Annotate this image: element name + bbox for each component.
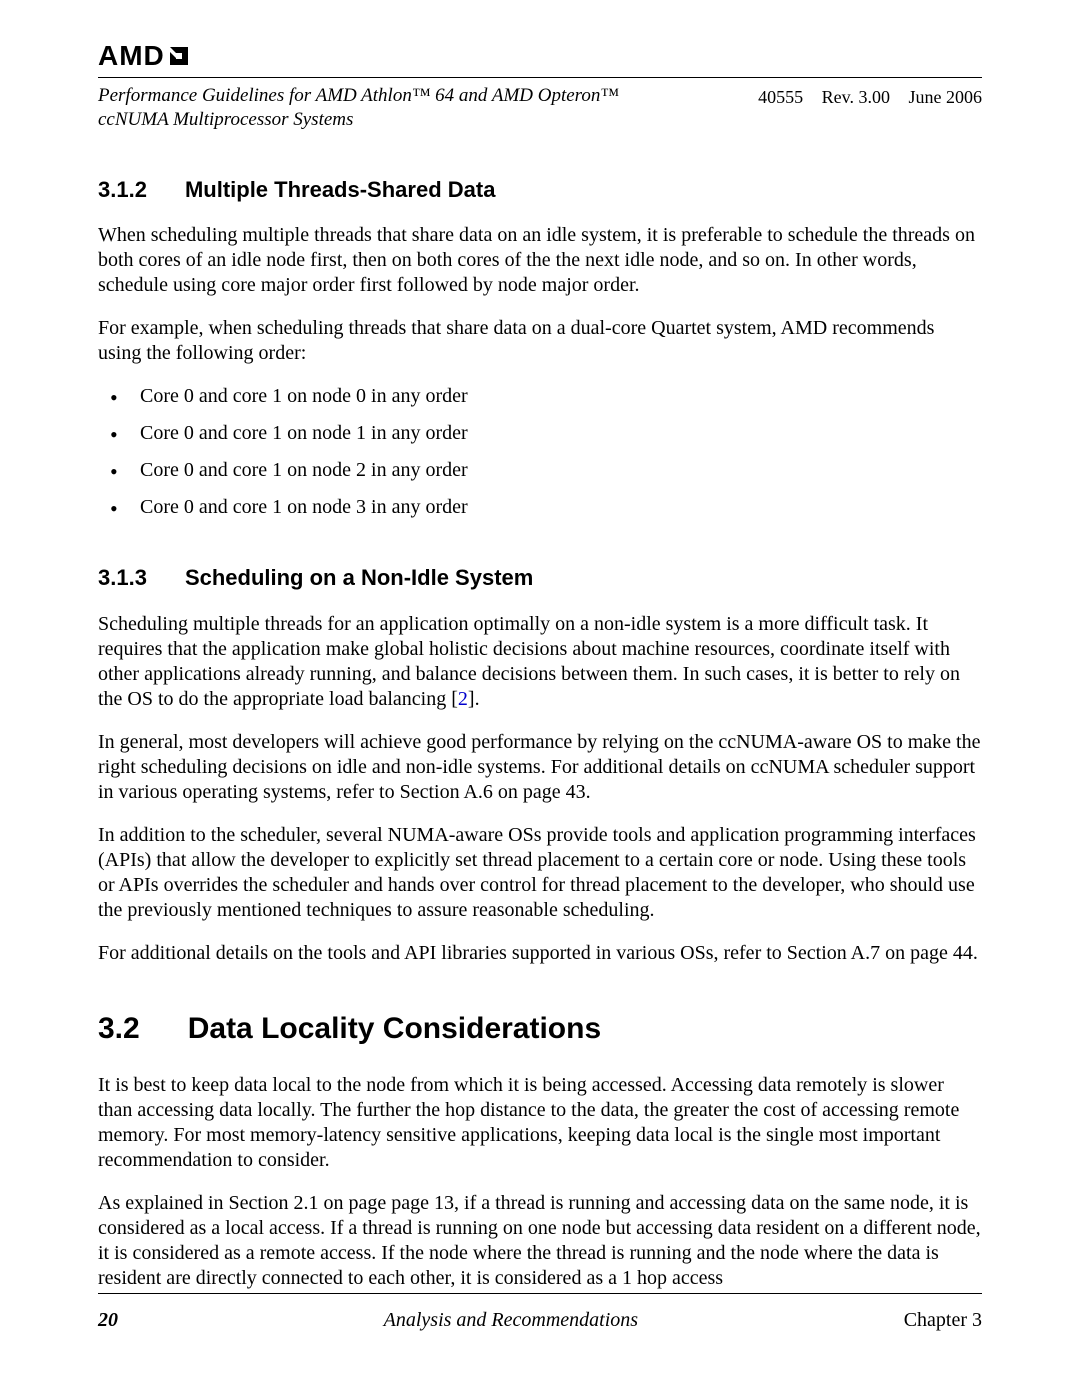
doc-date: June 2006 [909,87,983,107]
heading-num: 3.1.2 [98,176,147,204]
amd-logo-text: AMD [98,38,165,73]
page-footer: 20 Analysis and Recommendations Chapter … [98,1293,982,1333]
heading-3-1-3: 3.1.3 Scheduling on a Non-Idle System [98,564,982,592]
bullet-list: Core 0 and core 1 on node 0 in any order… [98,384,982,520]
footer-chapter: Chapter 3 [904,1308,982,1333]
citation-link[interactable]: 2 [458,688,468,710]
body-text: In addition to the scheduler, several NU… [98,823,982,923]
heading-3-2: 3.2 Data Locality Considerations [98,1010,982,1048]
body-text: For example, when scheduling threads tha… [98,316,982,366]
heading-title: Scheduling on a Non-Idle System [185,564,533,592]
list-item: Core 0 and core 1 on node 1 in any order [110,421,982,446]
list-item: Core 0 and core 1 on node 3 in any order [110,495,982,520]
header-rule [98,77,982,78]
heading-3-1-2: 3.1.2 Multiple Threads-Shared Data [98,176,982,204]
heading-num: 3.2 [98,1010,140,1048]
list-item: Core 0 and core 1 on node 0 in any order [110,384,982,409]
body-text: It is best to keep data local to the nod… [98,1073,982,1173]
heading-title: Data Locality Considerations [188,1010,601,1048]
footer-rule [98,1293,982,1294]
heading-title: Multiple Threads-Shared Data [185,176,496,204]
heading-num: 3.1.3 [98,564,147,592]
doc-id: 40555 [758,87,803,107]
doc-meta: 40555 Rev. 3.00 June 2006 [744,84,982,109]
list-item: Core 0 and core 1 on node 2 in any order [110,458,982,483]
amd-arrow-icon [167,44,191,68]
amd-logo: AMD [98,38,982,73]
body-text: As explained in Section 2.1 on page page… [98,1191,982,1291]
doc-title: Performance Guidelines for AMD Athlon™ 6… [98,84,619,132]
footer-chapter-title: Analysis and Recommendations [384,1308,638,1333]
doc-rev: Rev. 3.00 [822,87,890,107]
body-text: Scheduling multiple threads for an appli… [98,612,982,712]
page-number: 20 [98,1308,118,1333]
body-text: When scheduling multiple threads that sh… [98,223,982,298]
body-text: For additional details on the tools and … [98,941,982,966]
page-header: Performance Guidelines for AMD Athlon™ 6… [98,84,982,132]
body-text: In general, most developers will achieve… [98,730,982,805]
